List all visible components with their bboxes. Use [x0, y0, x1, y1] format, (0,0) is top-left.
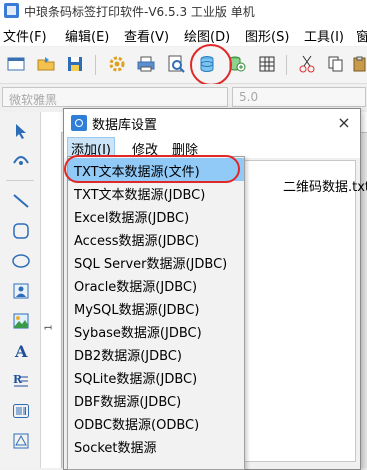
font-size-select[interactable]: 5.0 [232, 87, 366, 107]
svg-text:R: R [13, 373, 23, 386]
vertical-ruler [41, 132, 62, 468]
toolbar [0, 47, 367, 84]
qrcode-tool-icon[interactable] [10, 430, 32, 452]
copy-icon[interactable] [325, 53, 347, 75]
open-icon[interactable] [35, 53, 57, 75]
line-tool-icon[interactable] [10, 190, 32, 212]
dropdown-item-dbf-jdbc[interactable]: DBF数据源(JDBC) [68, 388, 244, 411]
dropdown-item-excel-jdbc[interactable]: Excel数据源(JDBC) [68, 204, 244, 227]
save-icon[interactable] [64, 53, 86, 75]
menu-edit[interactable]: 编辑(E) [65, 26, 109, 45]
new-icon[interactable] [5, 53, 27, 75]
dropdown-item-socket[interactable]: Socket数据源 [68, 434, 244, 457]
settings-icon[interactable] [106, 53, 128, 75]
print-icon[interactable] [135, 53, 157, 75]
dropdown-item-sqlite-jdbc[interactable]: SQLite数据源(JDBC) [68, 365, 244, 388]
menu-shape[interactable]: 图形(S) [245, 26, 289, 45]
dropdown-item-odbc[interactable]: ODBC数据源(ODBC) [68, 411, 244, 434]
barcode-tool-icon[interactable] [10, 400, 32, 422]
menu-window[interactable]: 窗 [356, 26, 367, 45]
menu-tools[interactable]: 工具(I) [304, 26, 344, 45]
tool-panel: A R [0, 112, 41, 468]
datasource-list-item[interactable]: 二维码数据.txt [283, 176, 367, 195]
dialog-title: 数据库设置 [92, 118, 158, 133]
pan-tool-icon[interactable] [10, 148, 32, 170]
ellipse-tool-icon[interactable] [10, 250, 32, 272]
grid-icon[interactable] [256, 53, 278, 75]
picture-tool-icon[interactable] [10, 310, 32, 332]
font-family-select[interactable]: 微软雅黑 [2, 87, 228, 107]
dropdown-item-oracle-jdbc[interactable]: Oracle数据源(JDBC) [68, 273, 244, 296]
title-bar: 中琅条码标签打印软件-V6.5.3 工业版 单机 [0, 0, 367, 22]
cut-icon[interactable] [296, 53, 318, 75]
selected-item-highlight-oval [64, 155, 240, 183]
image-tool-icon[interactable] [10, 280, 32, 302]
database-icon-highlight-circle [190, 44, 232, 86]
font-size-value: 5.0 [239, 90, 259, 104]
select-tool-icon[interactable] [10, 120, 32, 142]
rounded-rect-tool-icon[interactable] [10, 220, 32, 242]
dropdown-item-sqlserver-jdbc[interactable]: SQL Server数据源(JDBC) [68, 250, 244, 273]
dropdown-item-db2-jdbc[interactable]: DB2数据源(JDBC) [68, 342, 244, 365]
font-family-value: 微软雅黑 [9, 93, 58, 107]
print-preview-icon[interactable] [165, 53, 187, 75]
paste-icon[interactable] [350, 53, 367, 75]
dropdown-item-mysql-jdbc[interactable]: MySQL数据源(JDBC) [68, 296, 244, 319]
dropdown-item-sybase-jdbc[interactable]: Sybase数据源(JDBC) [68, 319, 244, 342]
rich-text-tool-icon[interactable]: R [10, 370, 32, 392]
dialog-app-icon [71, 115, 87, 131]
ruler-mark-label: 1 [43, 324, 55, 331]
dropdown-item-txt-jdbc[interactable]: TXT文本数据源(JDBC) [68, 181, 244, 204]
menu-draw[interactable]: 绘图(D) [184, 26, 230, 45]
menu-file[interactable]: 文件(F) [3, 26, 47, 45]
menu-bar: 文件(F) 编辑(E) 查看(V) 绘图(D) 图形(S) 工具(I) 窗 [0, 22, 367, 46]
add-datasource-dropdown: TXT文本数据源(文件) TXT文本数据源(JDBC) Excel数据源(JDB… [67, 156, 245, 470]
svg-text:A: A [14, 343, 28, 359]
dropdown-item-access-jdbc[interactable]: Access数据源(JDBC) [68, 227, 244, 250]
text-tool-icon[interactable]: A [10, 340, 32, 362]
window-title: 中琅条码标签打印软件-V6.5.3 工业版 单机 [24, 5, 255, 19]
app-logo-icon [4, 3, 19, 18]
menu-view[interactable]: 查看(V) [124, 26, 169, 45]
dialog-title-bar: 数据库设置 × [64, 109, 360, 136]
close-icon[interactable]: × [334, 112, 354, 132]
